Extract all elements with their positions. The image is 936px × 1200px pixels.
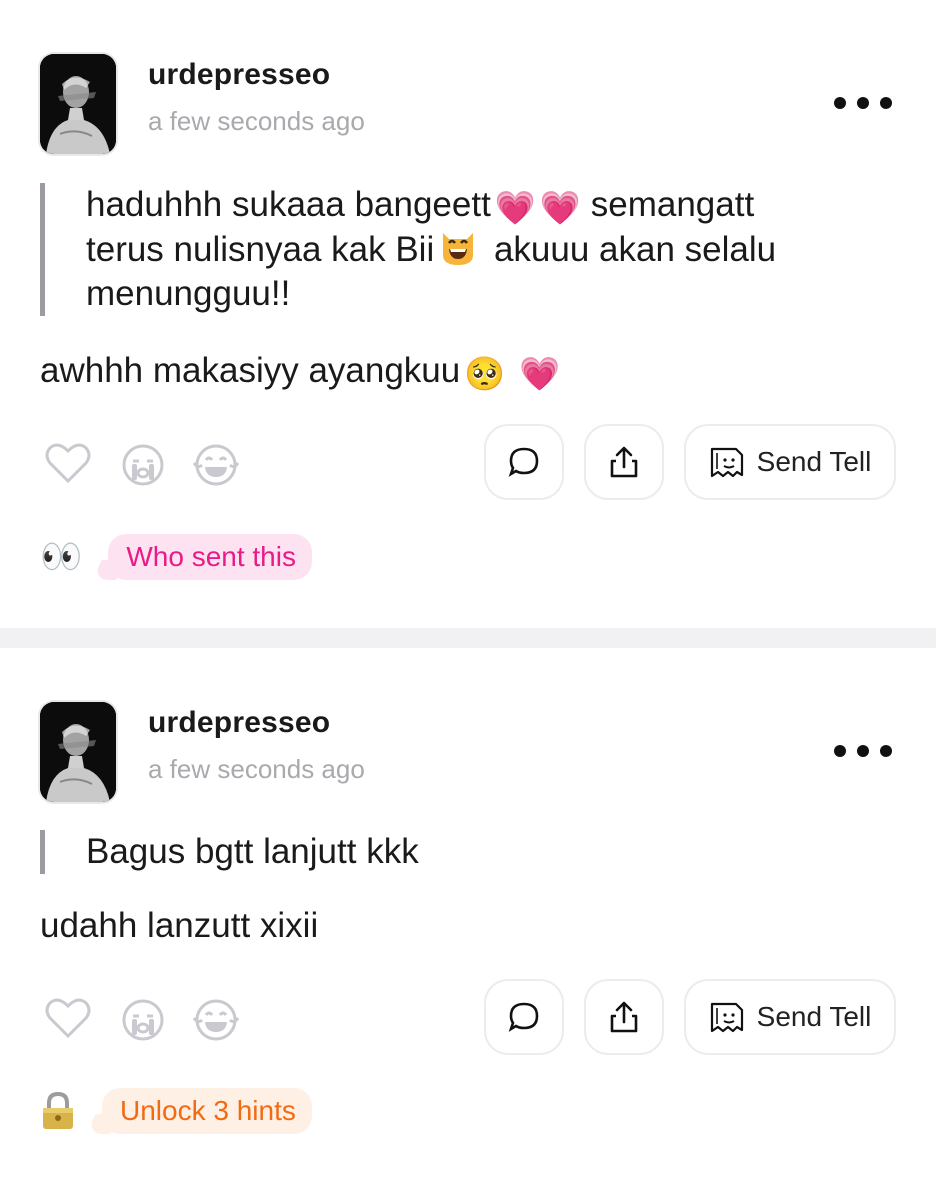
- share-button[interactable]: [584, 424, 664, 500]
- message-text: terus nulisnyaa kak Bii: [86, 230, 435, 269]
- tell-card-1: urdepresseo a few seconds ago haduhhh su…: [0, 0, 936, 628]
- send-tell-label: Send Tell: [756, 1001, 872, 1032]
- message-text: haduhhh sukaaa bangeett: [86, 185, 491, 224]
- grinning-cat-icon: [438, 227, 478, 267]
- reply-text: udahh lanzutt xixii: [40, 906, 319, 945]
- comment-button[interactable]: [484, 424, 564, 500]
- hint-label: Unlock 3 hints: [120, 1095, 296, 1126]
- username[interactable]: urdepresseo: [148, 706, 330, 740]
- hint-row: 👀 Who sent this: [40, 534, 312, 580]
- more-options-icon[interactable]: [834, 88, 892, 118]
- message-text: akuuu akan selalu: [493, 230, 777, 269]
- lock-icon: [40, 1091, 76, 1131]
- timestamp: a few seconds ago: [148, 754, 365, 784]
- pink-heart-icon: 💗: [494, 189, 536, 226]
- message-text: menungguu!!: [86, 274, 291, 313]
- share-icon: [610, 1001, 638, 1033]
- send-tell-button[interactable]: Send Tell: [684, 424, 896, 500]
- share-button[interactable]: [584, 979, 664, 1055]
- comment-icon: [508, 1002, 539, 1032]
- growing-heart-icon: 💗: [519, 355, 561, 392]
- received-message: Bagus bgtt lanjutt kkk: [40, 830, 846, 874]
- who-sent-this-button[interactable]: Who sent this: [108, 534, 312, 580]
- tell-card-2: urdepresseo a few seconds ago Bagus bgtt…: [0, 648, 936, 1200]
- avatar[interactable]: [40, 702, 116, 802]
- send-tell-button[interactable]: Send Tell: [684, 979, 896, 1055]
- more-options-icon[interactable]: [834, 736, 892, 766]
- received-message: haduhhh sukaaa bangeett 💗 💗 semangatt teru…: [40, 183, 846, 316]
- eyes-icon: 👀: [40, 538, 83, 576]
- hint-label: Who sent this: [126, 541, 296, 572]
- post-divider: [0, 628, 936, 648]
- tell-icon: [710, 447, 743, 478]
- unlock-hints-button[interactable]: Unlock 3 hints: [102, 1088, 312, 1134]
- share-icon: [610, 446, 638, 478]
- reply-text: awhhh makasiyy ayangkuu: [40, 351, 461, 390]
- heart-icon[interactable]: [44, 994, 92, 1042]
- username[interactable]: urdepresseo: [148, 58, 330, 92]
- hint-row: Unlock 3 hints: [40, 1088, 312, 1134]
- send-tell-label: Send Tell: [756, 446, 872, 477]
- laughing-face-icon[interactable]: [192, 441, 240, 489]
- comment-icon: [508, 447, 539, 477]
- comment-button[interactable]: [484, 979, 564, 1055]
- laughing-face-icon[interactable]: [192, 996, 240, 1044]
- crying-face-icon[interactable]: [119, 441, 167, 489]
- pink-heart-icon: 💗: [539, 189, 581, 226]
- message-text: Bagus bgtt lanjutt kkk: [86, 832, 419, 871]
- timestamp: a few seconds ago: [148, 106, 365, 136]
- heart-icon[interactable]: [44, 439, 92, 487]
- reply: udahh lanzutt xixii: [40, 904, 318, 948]
- tell-icon: [710, 1002, 743, 1033]
- reply: awhhh makasiyy ayangkuu 🥺 💗: [40, 349, 560, 393]
- message-text: semangatt: [590, 185, 755, 224]
- avatar[interactable]: [40, 54, 116, 154]
- pleading-face-icon: 🥺: [464, 355, 506, 392]
- crying-face-icon[interactable]: [119, 996, 167, 1044]
